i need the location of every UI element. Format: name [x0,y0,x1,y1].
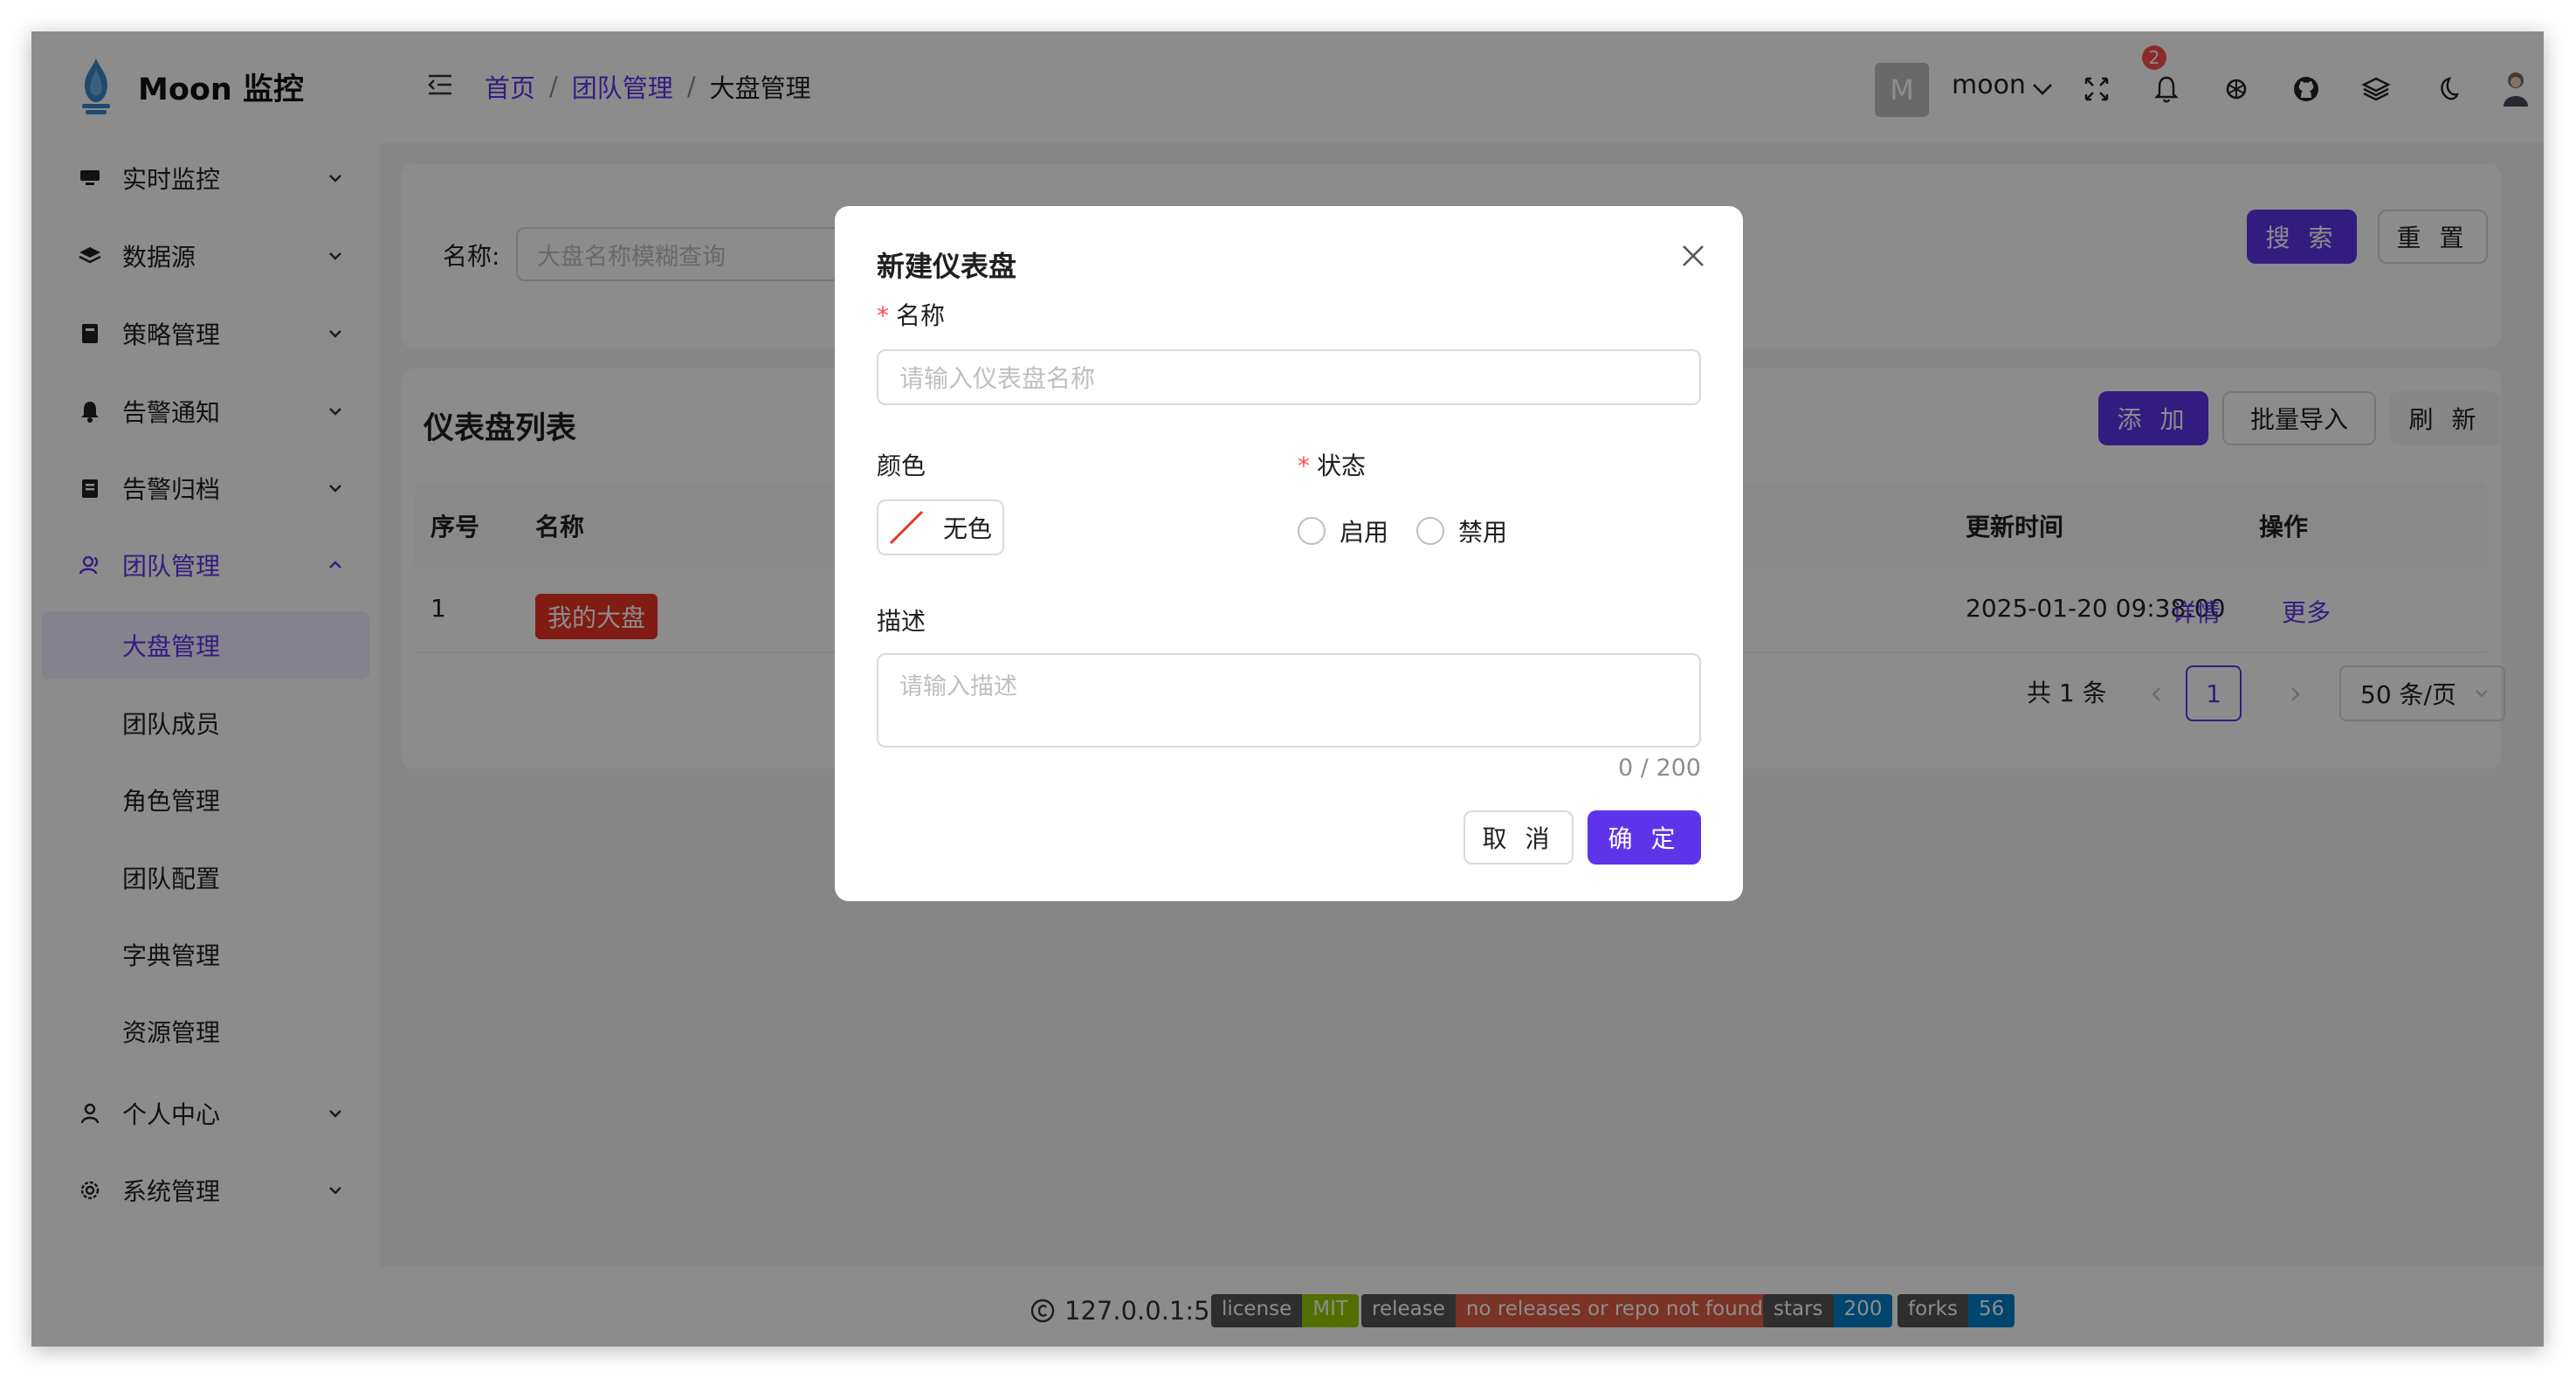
no-color-swatch-icon [889,510,924,545]
status-radio-disable[interactable]: 禁用 [1416,513,1507,548]
radio-circle [1298,517,1326,545]
color-field-label: 颜色 [877,451,926,480]
status-field-label: * 状态 [1298,447,1366,482]
confirm-button[interactable]: 确 定 [1588,810,1701,865]
status-radio-enable[interactable]: 启用 [1298,513,1388,548]
dashboard-name-input[interactable]: 请输入仪表盘名称 [877,349,1701,405]
modal-title: 新建仪表盘 [877,250,1017,283]
description-textarea[interactable]: 请输入描述 [877,653,1701,748]
name-field-label: * 名称 [877,297,945,332]
description-field-label: 描述 [877,607,926,636]
radio-label: 启用 [1340,518,1389,547]
cancel-button[interactable]: 取 消 [1464,810,1574,865]
status-label-text: 状态 [1317,451,1367,480]
color-picker[interactable]: 无色 [877,500,1004,555]
create-dashboard-modal: 新建仪表盘 * 名称 请输入仪表盘名称 颜色 无色 * 状态 启用 禁用 描述 请输… [835,206,1743,901]
app-window: Moon 监控 实时监控 数据源 策略管理 告警通知 告警归档 团队管理 大盘管… [31,31,2544,1347]
close-icon[interactable] [1678,241,1708,271]
char-count: 0 / 200 [1618,754,1701,782]
required-mark: * [1298,451,1310,480]
radio-label: 禁用 [1458,518,1508,547]
required-mark: * [877,301,889,330]
color-value: 无色 [943,514,993,543]
radio-circle [1416,517,1444,545]
name-label-text: 名称 [896,301,946,330]
